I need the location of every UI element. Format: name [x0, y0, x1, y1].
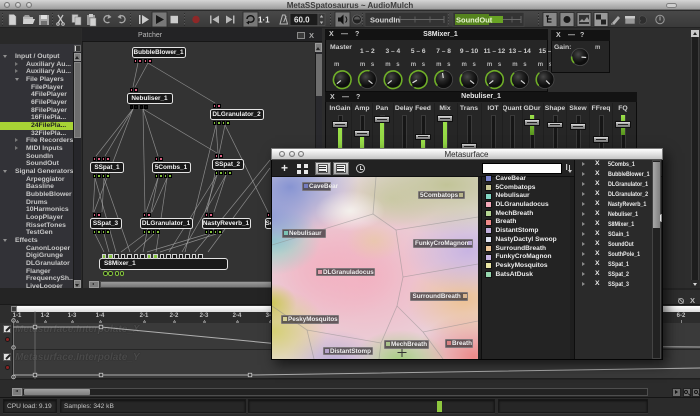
svg-text:1·1: 1·1: [258, 16, 270, 25]
svg-text:SoundIn: SoundIn: [370, 16, 400, 25]
svg-text:60.0: 60.0: [294, 16, 310, 25]
svg-text:SoundOut: SoundOut: [456, 16, 493, 25]
